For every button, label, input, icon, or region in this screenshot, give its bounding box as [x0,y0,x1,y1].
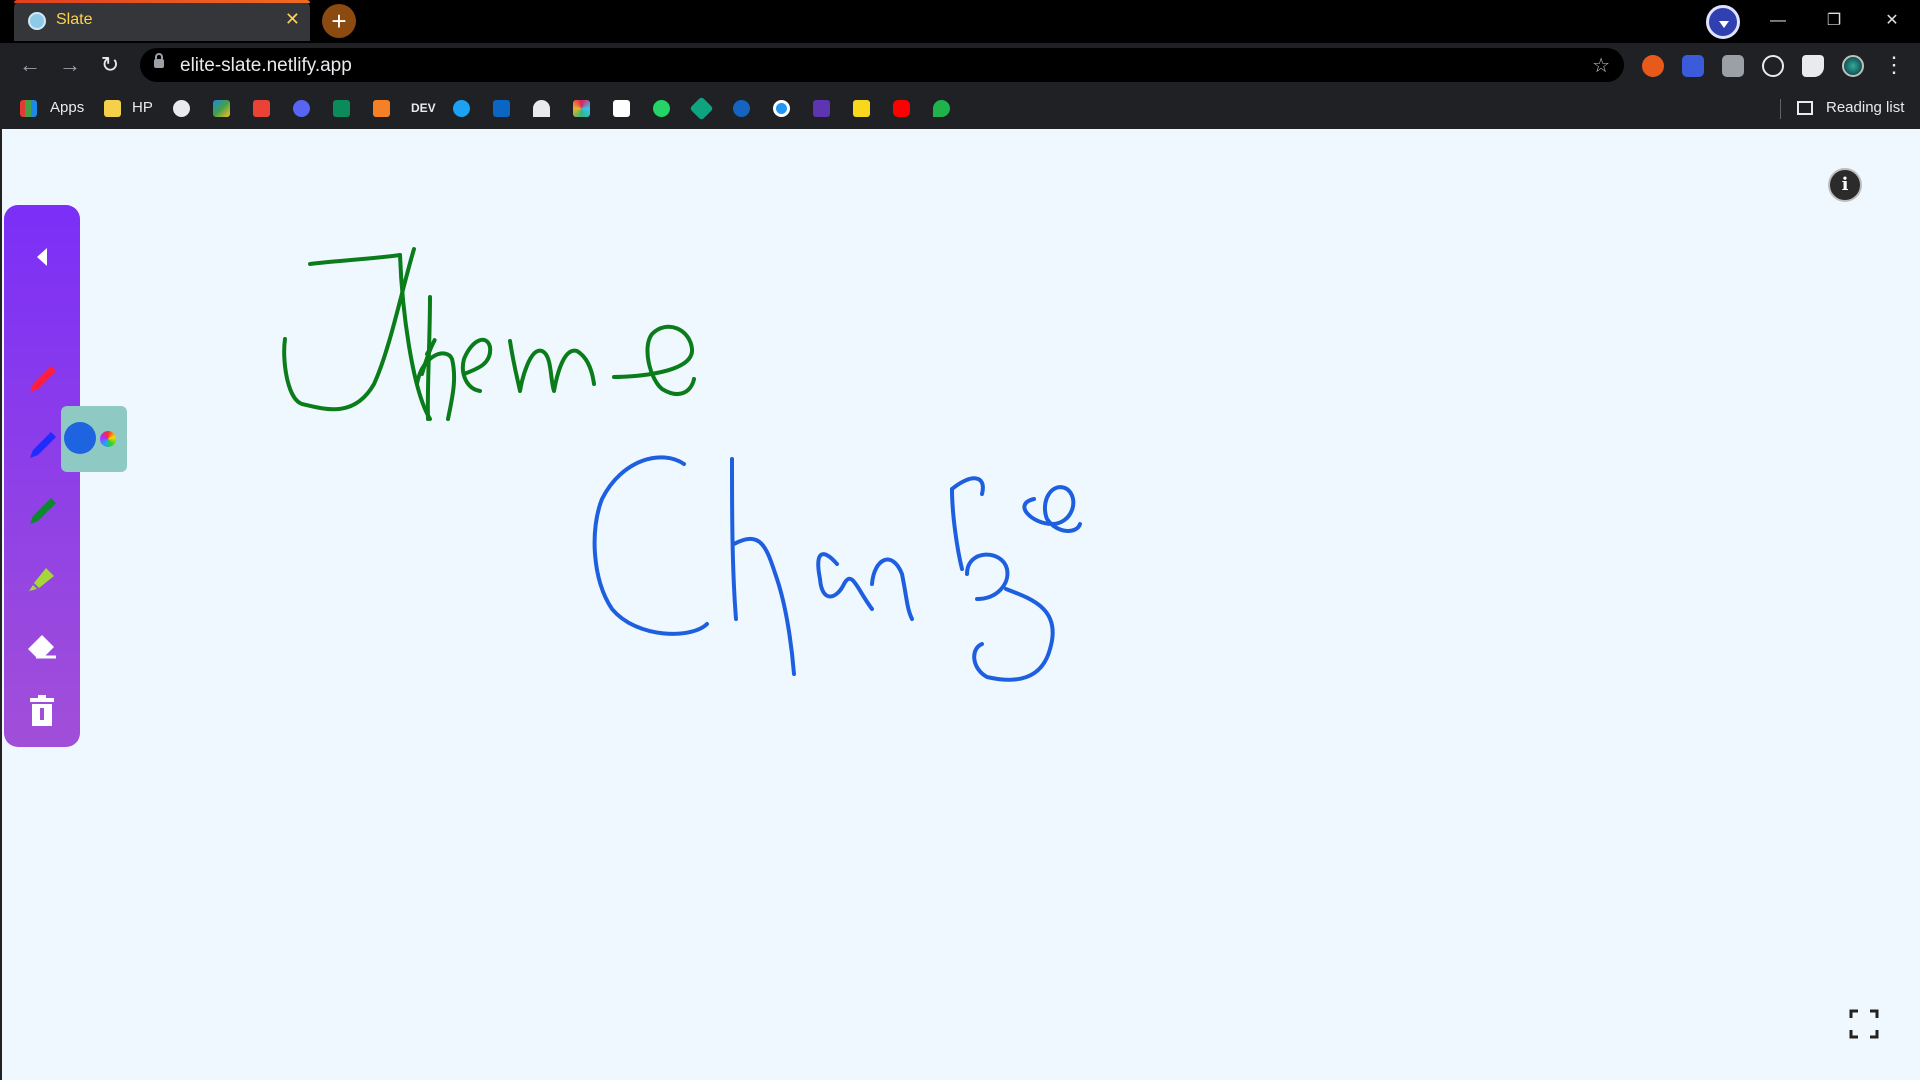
current-color-swatch[interactable] [64,422,96,454]
browser-menu-button[interactable]: ⋮ [1880,51,1908,79]
address-bar[interactable]: elite-slate.netlify.app ☆ [140,48,1624,82]
collapse-panel-button[interactable] [20,235,64,279]
folder-icon [104,100,121,117]
url-text[interactable]: elite-slate.netlify.app [180,55,352,77]
youtube-icon[interactable] [893,100,910,117]
lock-icon [154,53,164,68]
yellow-app-icon[interactable] [853,100,870,117]
green-shield-icon[interactable] [933,100,950,117]
info-button[interactable]: i [1828,168,1862,202]
browser-titlebar: Slate ✕ + — ❐ ✕ [0,0,1920,43]
reading-list-button[interactable]: Reading list [1826,97,1904,119]
extension-blue-icon[interactable] [1682,55,1704,77]
circle-logo-icon[interactable] [773,100,790,117]
extensions-puzzle-icon[interactable] [1802,55,1824,77]
tool-panel [4,205,80,747]
bookmark-dev[interactable]: DEV [411,97,436,119]
highlighter-button[interactable] [20,556,64,600]
blue-pen-button[interactable] [20,424,64,468]
reload-button[interactable]: ↻ [96,51,124,79]
google-drive-icon[interactable] [213,100,230,117]
reading-list-icon [1797,101,1813,115]
cube-icon[interactable] [813,100,830,117]
color-wheel-icon[interactable] [100,431,116,447]
pen-icon [30,498,56,524]
bookmarks-separator [1780,99,1781,119]
vercel-icon[interactable] [533,100,550,117]
profile-avatar[interactable] [1842,55,1864,77]
new-tab-button[interactable]: + [322,4,356,38]
fullscreen-icon[interactable] [1848,1008,1880,1040]
browser-toolbar: ← → ↻ elite-slate.netlify.app ☆ ⋮ [0,43,1920,87]
trash-icon [30,695,54,726]
green-pen-button[interactable] [20,490,64,534]
apps-grid-icon [20,100,37,117]
handwriting-theme [282,247,696,421]
linkedin-icon[interactable] [493,100,510,117]
slate-favicon-icon [28,12,46,30]
close-window-button[interactable]: ✕ [1872,8,1912,34]
stackoverflow-icon[interactable] [373,100,390,117]
react-devtools-icon[interactable] [1762,55,1784,77]
gmail-icon[interactable] [253,100,270,117]
forward-button[interactable]: → [56,51,84,79]
back-button[interactable]: ← [16,51,44,79]
restore-button[interactable]: ❐ [1814,8,1854,34]
pen-icon [30,432,56,458]
tab-title: Slate [56,11,93,28]
eraser-icon [28,635,56,659]
bookmark-hp[interactable]: HP [132,97,153,119]
github-icon[interactable] [173,100,190,117]
bookmark-apps[interactable]: Apps [50,97,84,119]
hackerrank-icon[interactable] [333,100,350,117]
drawing-canvas[interactable]: i [0,129,1920,1080]
handwriting-change [592,455,1082,682]
c-logo-icon[interactable] [733,100,750,117]
highlighter-icon [29,568,54,591]
bookmark-star-icon[interactable]: ☆ [1592,53,1610,78]
tab-close-button[interactable]: ✕ [285,9,300,29]
slack-icon[interactable] [573,100,590,117]
handwriting-layer [282,247,1082,682]
extension-orange-icon[interactable] [1642,55,1664,77]
caret-left-icon [37,248,47,266]
bookmarks-bar: Apps HP DEV Reading list [0,87,1920,129]
whatsapp-icon[interactable] [653,100,670,117]
tab-loading-indicator [14,0,310,3]
color-picker[interactable] [61,406,127,472]
extension-grey-icon[interactable] [1722,55,1744,77]
red-pen-button[interactable] [20,358,64,402]
pen-icon [30,366,56,392]
clear-canvas-button[interactable] [20,689,64,733]
eraser-button[interactable] [20,623,64,667]
tab-slate[interactable]: Slate ✕ [14,0,310,41]
discord-icon[interactable] [293,100,310,117]
tab-search-button[interactable] [1706,5,1740,39]
twitter-icon[interactable] [453,100,470,117]
diamond-icon[interactable] [689,96,714,121]
blank-page-icon[interactable] [613,100,630,117]
minimize-button[interactable]: — [1758,8,1798,34]
